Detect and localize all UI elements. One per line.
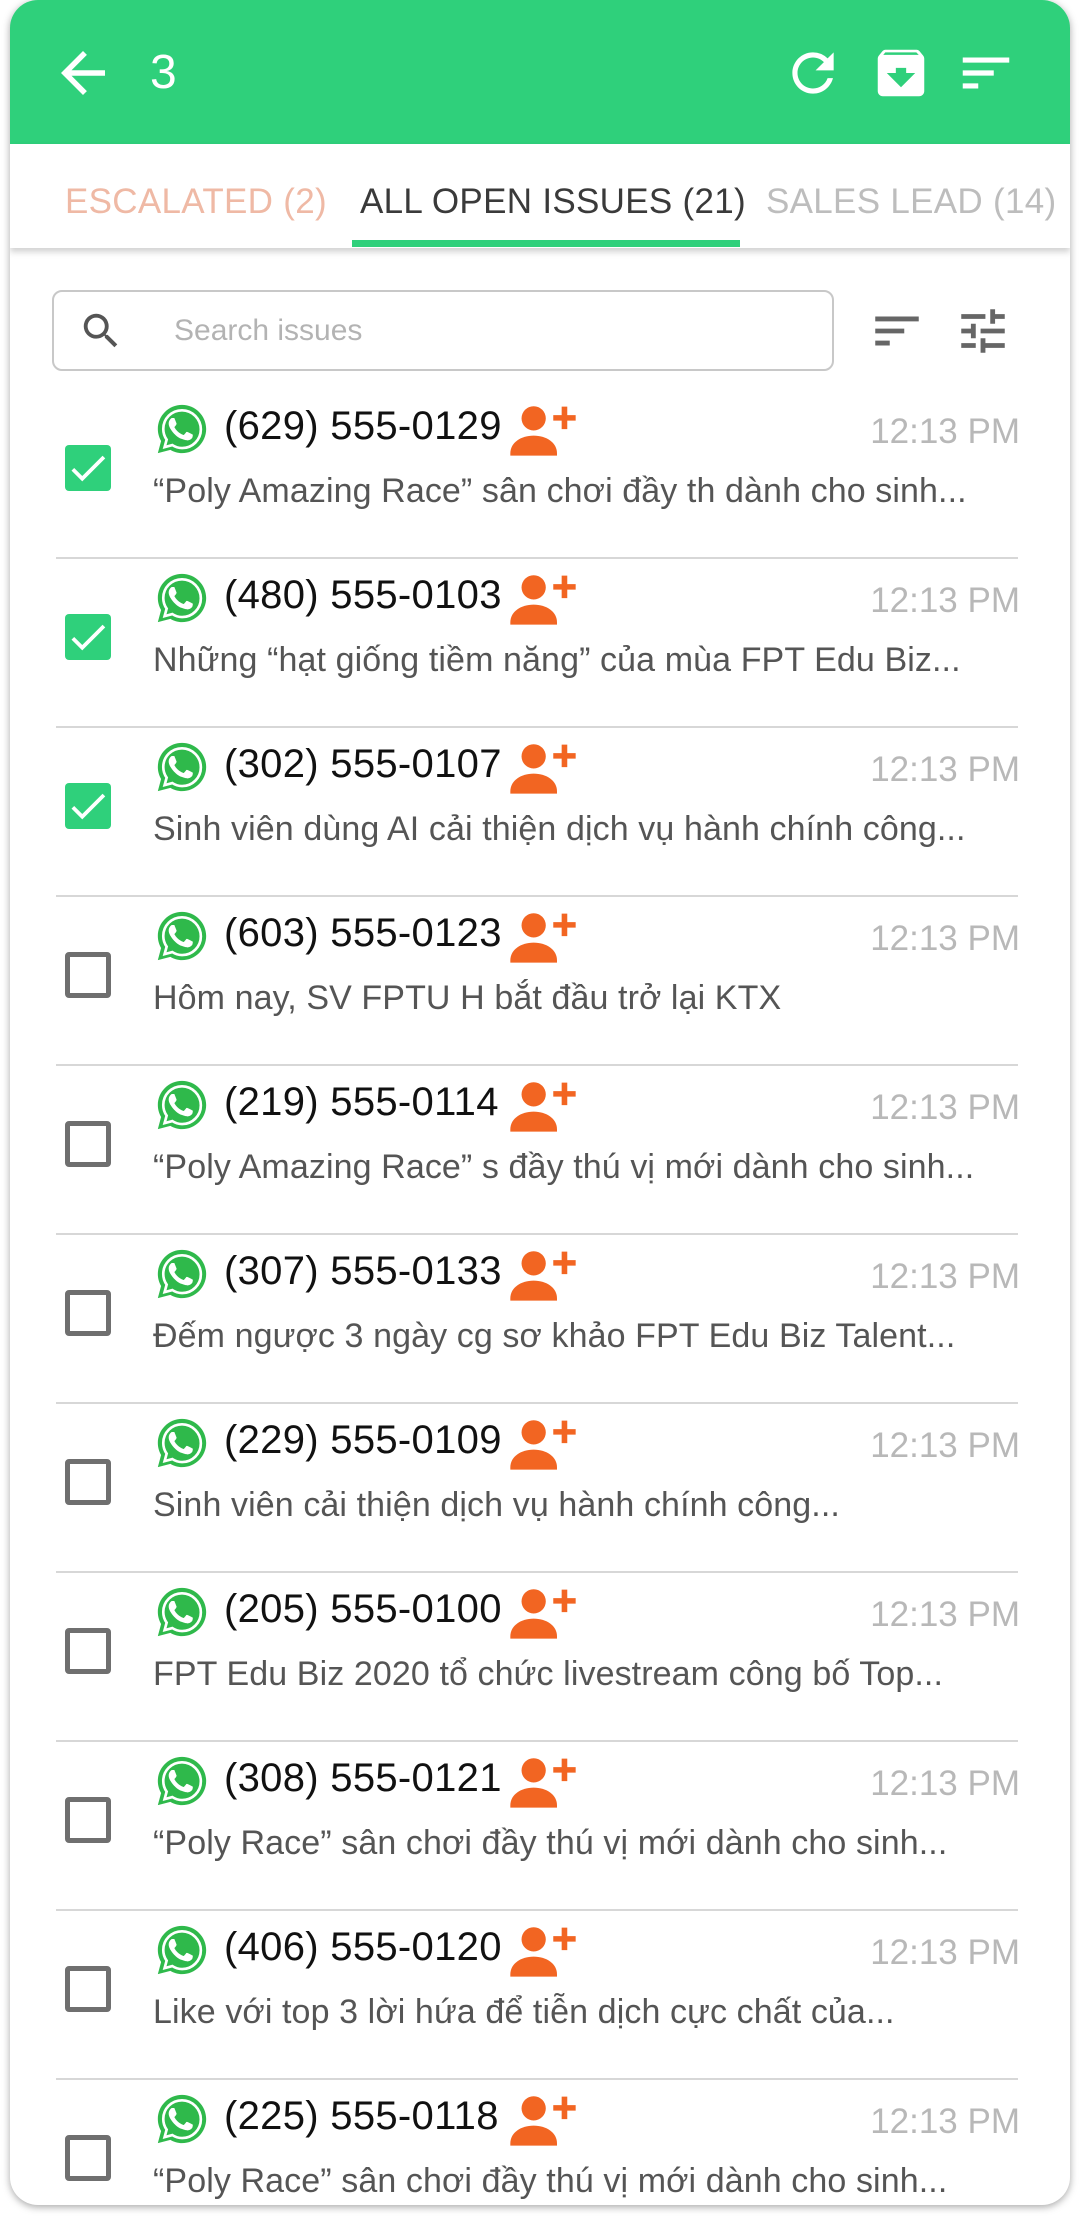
whatsapp-icon	[154, 739, 210, 795]
check-icon	[71, 624, 106, 651]
message-time: 12:13 PM	[870, 1933, 1020, 1972]
issue-row[interactable]: (229) 555-0109 12:13 PM Sinh viên cải th…	[10, 1404, 1070, 1573]
add-person-icon[interactable]	[510, 1923, 576, 1979]
contact-phone: (406) 555-0120	[224, 1925, 502, 1969]
message-preview: Đếm ngược 3 ngày cg sơ khảo FPT Edu Biz …	[153, 1317, 956, 1355]
whatsapp-icon	[154, 1922, 210, 1978]
message-time: 12:13 PM	[870, 1426, 1020, 1465]
issue-row[interactable]: (302) 555-0107 12:13 PM Sinh viên dùng A…	[10, 728, 1070, 897]
whatsapp-icon	[154, 1077, 210, 1133]
issue-row[interactable]: (307) 555-0133 12:13 PM Đếm ngược 3 ngày…	[10, 1235, 1070, 1404]
page-title: 3	[150, 46, 177, 99]
whatsapp-icon	[154, 401, 210, 457]
message-preview: “Poly Race” sân chơi đầy thú vị mới dành…	[153, 1824, 948, 1862]
issue-row[interactable]: (205) 555-0100 12:13 PM FPT Edu Biz 2020…	[10, 1573, 1070, 1742]
whatsapp-icon	[154, 1584, 210, 1640]
issue-row[interactable]: (629) 555-0129 12:13 PM “Poly Amazing Ra…	[10, 390, 1070, 559]
select-checkbox[interactable]	[65, 1459, 111, 1505]
search-input[interactable]	[174, 302, 814, 360]
issue-row[interactable]: (406) 555-0120 12:13 PM Like với top 3 l…	[10, 1911, 1070, 2080]
add-person-icon[interactable]	[510, 1416, 576, 1472]
contact-phone: (307) 555-0133	[224, 1249, 502, 1293]
add-person-icon[interactable]	[510, 740, 576, 796]
add-person-icon[interactable]	[510, 402, 576, 458]
select-checkbox-checked[interactable]	[65, 445, 111, 491]
select-checkbox[interactable]	[65, 1797, 111, 1843]
back-arrow-icon[interactable]	[50, 40, 116, 106]
issue-row[interactable]: (219) 555-0114 12:13 PM “Poly Amazing Ra…	[10, 1066, 1070, 1235]
message-preview: FPT Edu Biz 2020 tổ chức livestream công…	[153, 1655, 944, 1693]
whatsapp-icon	[154, 570, 210, 626]
message-preview: Sinh viên dùng AI cải thiện dịch vụ hành…	[153, 810, 966, 848]
message-preview: Sinh viên cải thiện dịch vụ hành chính c…	[153, 1486, 840, 1524]
archive-icon[interactable]	[870, 42, 932, 104]
select-checkbox[interactable]	[65, 1290, 111, 1336]
add-person-icon[interactable]	[510, 1247, 576, 1303]
contact-phone: (480) 555-0103	[224, 573, 502, 617]
issue-row[interactable]: (308) 555-0121 12:13 PM “Poly Race” sân …	[10, 1742, 1070, 1911]
tab-bar: ESCALATED (2) ALL OPEN ISSUES (21) SALES…	[10, 144, 1070, 248]
whatsapp-icon	[154, 2091, 210, 2147]
tab-escalated[interactable]: ESCALATED (2)	[65, 182, 327, 222]
add-person-icon[interactable]	[510, 1078, 576, 1134]
select-checkbox[interactable]	[65, 1121, 111, 1167]
add-person-icon[interactable]	[510, 2092, 576, 2148]
message-preview: “Poly Race” sân chơi đầy thú vị mới dành…	[153, 2162, 948, 2200]
contact-phone: (629) 555-0129	[224, 404, 502, 448]
message-time: 12:13 PM	[870, 1595, 1020, 1634]
issue-row[interactable]: (225) 555-0118 12:13 PM “Poly Race” sân …	[10, 2080, 1070, 2205]
add-person-icon[interactable]	[510, 1585, 576, 1641]
whatsapp-icon	[154, 1246, 210, 1302]
message-preview: Like với top 3 lời hứa để tiễn dịch cực …	[153, 1993, 895, 2031]
message-time: 12:13 PM	[870, 750, 1020, 789]
contact-phone: (205) 555-0100	[224, 1587, 502, 1631]
app-bar: 3	[10, 0, 1070, 144]
select-checkbox[interactable]	[65, 1628, 111, 1674]
search-icon	[83, 313, 118, 348]
add-person-icon[interactable]	[510, 909, 576, 965]
add-person-icon[interactable]	[510, 571, 576, 627]
message-preview: Hôm nay, SV FPTU H bắt đầu trở lại KTX	[153, 979, 782, 1017]
tab-sales-lead[interactable]: SALES LEAD (14)	[766, 182, 1056, 222]
contact-phone: (308) 555-0121	[224, 1756, 502, 1800]
whatsapp-icon	[154, 1415, 210, 1471]
app-frame: 3 ESCALATED (2) ALL OPEN ISSUES (21) SAL…	[10, 0, 1070, 2205]
contact-phone: (229) 555-0109	[224, 1418, 502, 1462]
message-time: 12:13 PM	[870, 412, 1020, 451]
active-tab-indicator	[352, 240, 740, 247]
message-time: 12:13 PM	[870, 581, 1020, 620]
message-preview: Những “hạt giống tiềm năng” của mùa FPT …	[153, 641, 961, 679]
contact-phone: (219) 555-0114	[224, 1080, 499, 1124]
check-icon	[71, 455, 106, 482]
message-time: 12:13 PM	[870, 919, 1020, 958]
contact-phone: (302) 555-0107	[224, 742, 502, 786]
whatsapp-icon	[154, 908, 210, 964]
select-checkbox-checked[interactable]	[65, 783, 111, 829]
select-checkbox-checked[interactable]	[65, 614, 111, 660]
issue-list: (629) 555-0129 12:13 PM “Poly Amazing Ra…	[10, 390, 1070, 2205]
contact-phone: (225) 555-0118	[224, 2094, 499, 2138]
check-icon	[71, 793, 106, 820]
issue-row[interactable]: (603) 555-0123 12:13 PM Hôm nay, SV FPTU…	[10, 897, 1070, 1066]
contact-phone: (603) 555-0123	[224, 911, 502, 955]
message-time: 12:13 PM	[870, 1257, 1020, 1296]
add-person-icon[interactable]	[510, 1754, 576, 1810]
message-time: 12:13 PM	[870, 1764, 1020, 1803]
issue-row[interactable]: (480) 555-0103 12:13 PM Những “hạt giống…	[10, 559, 1070, 728]
message-preview: “Poly Amazing Race” s đầy thú vị mới dàn…	[153, 1148, 975, 1186]
message-time: 12:13 PM	[870, 2102, 1020, 2141]
whatsapp-icon	[154, 1753, 210, 1809]
select-checkbox[interactable]	[65, 2135, 111, 2181]
message-time: 12:13 PM	[870, 1088, 1020, 1127]
tab-all-open-issues[interactable]: ALL OPEN ISSUES (21)	[360, 182, 746, 222]
filter-tune-icon[interactable]	[954, 302, 1012, 360]
select-checkbox[interactable]	[65, 1966, 111, 2012]
message-preview: “Poly Amazing Race” sân chơi đầy th dành…	[153, 472, 967, 510]
sort-icon[interactable]	[955, 42, 1017, 104]
select-checkbox[interactable]	[65, 952, 111, 998]
search-box[interactable]	[52, 290, 834, 371]
refresh-icon[interactable]	[782, 42, 844, 104]
sort-list-icon[interactable]	[868, 302, 926, 360]
